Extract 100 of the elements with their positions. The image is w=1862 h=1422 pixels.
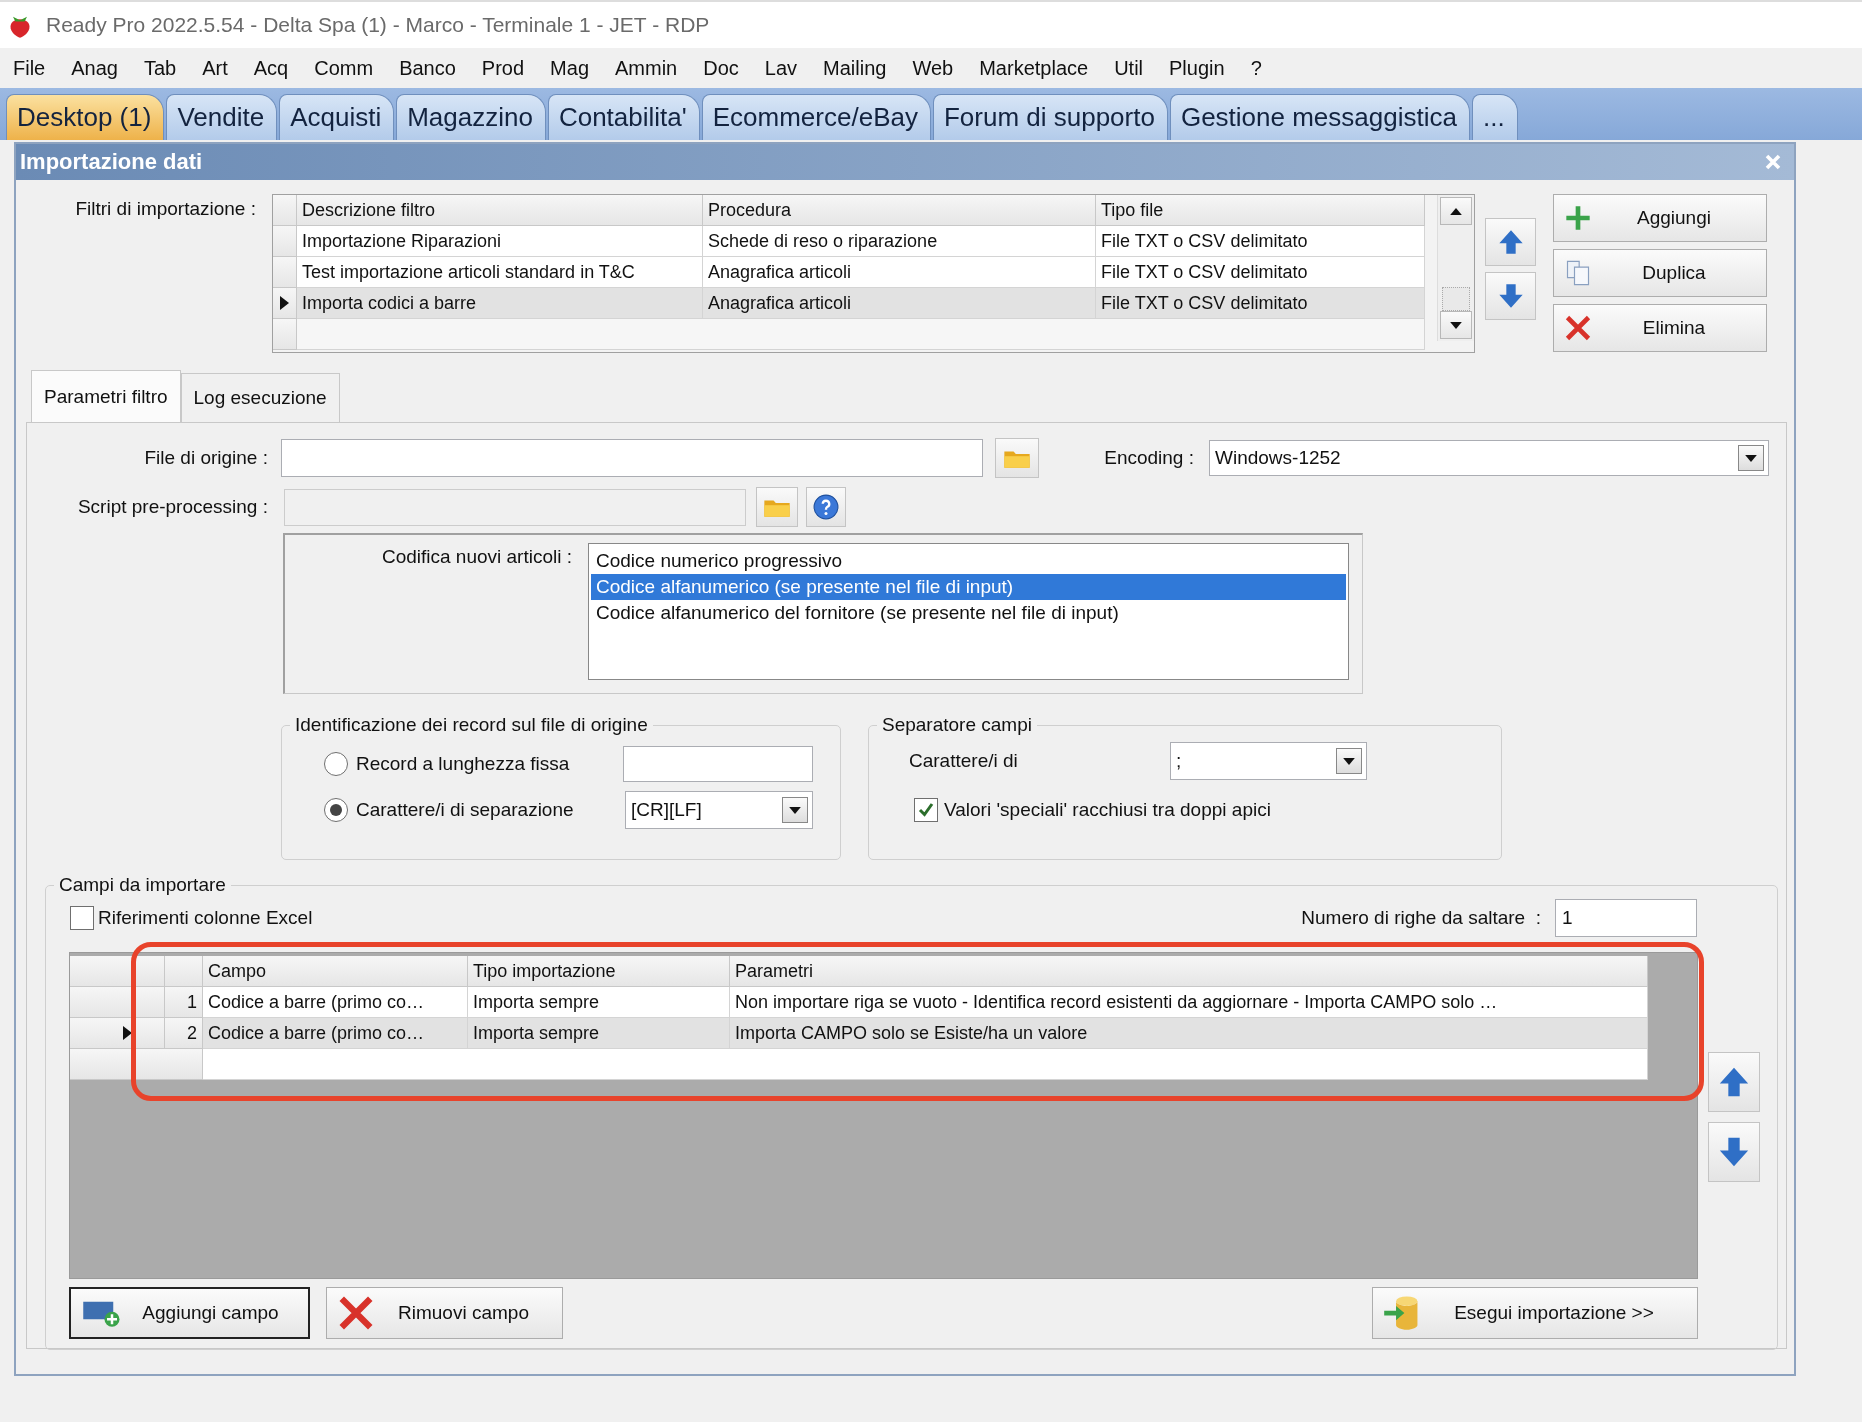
tab[interactable]: Ecommerce/eBay (701, 94, 931, 140)
menu-item[interactable]: Mailing (810, 52, 900, 84)
group-title: Separatore campi (881, 714, 1033, 736)
field-label: Carattere/i di (909, 750, 1019, 772)
menu-item[interactable]: Doc (690, 52, 752, 84)
tab[interactable]: Vendite (166, 94, 278, 140)
column-header[interactable]: Tipo file (1096, 195, 1425, 226)
checkbox-label: Valori 'speciali' racchiusi tra doppi apici (944, 799, 1271, 821)
table-cell[interactable]: File TXT o CSV delimitato (1096, 288, 1425, 319)
group-title: Campi da importare (58, 874, 227, 896)
checkbox[interactable] (914, 798, 938, 822)
row-number: 2 (165, 1018, 203, 1049)
move-up-button[interactable] (1708, 1052, 1760, 1112)
move-up-button[interactable] (1485, 218, 1536, 266)
checkbox-label: Riferimenti colonne Excel (98, 907, 313, 929)
tab[interactable]: Log esecuzione (180, 373, 340, 422)
help-button[interactable] (806, 487, 846, 527)
check-icon (917, 801, 935, 819)
tab[interactable]: Gestione messaggistica (1169, 94, 1470, 140)
menu-item[interactable]: Comm (301, 52, 387, 84)
move-down-button[interactable] (1708, 1122, 1760, 1182)
table-cell[interactable]: Importa sempre (468, 987, 730, 1018)
table-cell[interactable]: Test importazione articoli standard in T&C (297, 257, 703, 288)
menu-item[interactable]: Util (1101, 52, 1156, 84)
menu-item[interactable]: Tab (130, 52, 190, 84)
add-button[interactable]: Aggiungi (1553, 194, 1767, 242)
table-cell[interactable]: Importa sempre (468, 1018, 730, 1049)
menu-item[interactable]: Banco (386, 52, 469, 84)
radio-label: Carattere/i di separazione (356, 799, 574, 821)
table-cell[interactable]: Anagrafica articoli (703, 288, 1096, 319)
separator-select[interactable]: [CR][LF] (625, 791, 813, 829)
table-cell[interactable]: Importa CAMPO solo se Esiste/ha un valore (730, 1018, 1648, 1049)
column-header[interactable]: Campo (203, 956, 468, 987)
radio-button[interactable] (324, 752, 348, 776)
table-cell[interactable]: Schede di reso o riparazione (703, 226, 1096, 257)
column-header[interactable]: Procedura (703, 195, 1096, 226)
radio-button[interactable] (324, 798, 348, 822)
column-header[interactable]: Tipo importazione (468, 956, 730, 987)
list-option[interactable]: Codice numerico progressivo (591, 548, 1346, 574)
table-cell[interactable]: Importazione Riparazioni (297, 226, 703, 257)
table-cell[interactable]: Codice a barre (primo co… (203, 1018, 468, 1049)
menu-item[interactable]: Web (899, 52, 967, 84)
table-cell[interactable]: File TXT o CSV delimitato (1096, 257, 1425, 288)
run-import-button[interactable]: Esegui importazione >> (1372, 1287, 1698, 1339)
cross-icon (337, 1294, 375, 1332)
table-cell[interactable]: Anagrafica articoli (703, 257, 1096, 288)
field-label: Numero di righe da saltare : (1301, 907, 1541, 929)
move-down-button[interactable] (1485, 272, 1536, 320)
add-field-button[interactable]: Aggiungi campo (69, 1287, 310, 1339)
table-cell[interactable]: Non importare riga se vuoto - Identifica record esistenti da aggiornare - Importa CAMPO solo … (730, 987, 1648, 1018)
table-cell[interactable]: File TXT o CSV delimitato (1096, 226, 1425, 257)
column-header[interactable]: Descrizione filtro (297, 195, 703, 226)
row-header (273, 195, 297, 226)
tab[interactable]: Parametri filtro (31, 370, 181, 422)
separator-select[interactable]: ; (1170, 742, 1367, 780)
remove-field-button[interactable]: Rimuovi campo (326, 1287, 563, 1339)
table-cell[interactable]: Importa codici a barre (297, 288, 703, 319)
input-field[interactable]: 1 (1555, 899, 1697, 937)
close-icon (1764, 153, 1782, 171)
menu-item[interactable]: Prod (468, 52, 538, 84)
field-label: Codifica nuovi articoli : (380, 546, 572, 568)
field-label: Script pre-processing : (76, 496, 268, 518)
menu-item[interactable]: Ammin (602, 52, 691, 84)
group-title: Identificazione dei record sul file di origine (294, 714, 649, 736)
menu-item[interactable]: Plugin (1156, 52, 1238, 84)
table-cell[interactable]: Codice a barre (primo co… (203, 987, 468, 1018)
menu-item[interactable]: ? (1237, 52, 1275, 84)
scroll-thumb[interactable] (1442, 287, 1471, 311)
column-header[interactable]: Parametri (730, 956, 1648, 987)
caret-icon (1745, 454, 1757, 462)
input-field[interactable] (623, 746, 813, 782)
input-field[interactable] (281, 439, 983, 477)
menu-item[interactable]: Marketplace (966, 52, 1102, 84)
delete-button[interactable]: Elimina (1553, 304, 1767, 352)
menu-item[interactable]: File (0, 52, 59, 84)
list-option[interactable]: Codice alfanumerico (se presente nel file di input) (591, 574, 1346, 600)
menu-item[interactable]: Art (189, 52, 241, 84)
tab[interactable]: Forum di supporto (932, 94, 1168, 140)
encoding-select[interactable]: Windows-1252 (1209, 440, 1769, 476)
list-option[interactable]: Codice alfanumerico del fornitore (se presente nel file di input) (591, 600, 1346, 626)
radio-label: Record a lunghezza fissa (356, 753, 570, 775)
menu-item[interactable]: Mag (537, 52, 602, 84)
caret-icon (1343, 757, 1355, 765)
tab[interactable]: Contabilita' (547, 94, 700, 140)
tab[interactable]: Magazzino (396, 94, 546, 140)
row-header (273, 226, 297, 257)
help-icon (813, 494, 839, 520)
caret-icon (789, 806, 801, 814)
menu-item[interactable]: Lav (751, 52, 811, 84)
menu-item[interactable]: Acq (240, 52, 302, 84)
menu-item[interactable]: Anag (58, 52, 131, 84)
checkbox[interactable] (70, 906, 94, 930)
tab[interactable]: Desktop (1) (6, 94, 165, 140)
scroll-up-icon (1450, 207, 1463, 215)
tab[interactable]: ... (1471, 94, 1518, 140)
copy-icon (1564, 259, 1592, 287)
field-label: Filtri di importazione : (74, 198, 257, 220)
duplicate-button[interactable]: Duplica (1553, 249, 1767, 297)
tab[interactable]: Acquisti (279, 94, 395, 140)
scrollbar[interactable] (1437, 195, 1474, 341)
